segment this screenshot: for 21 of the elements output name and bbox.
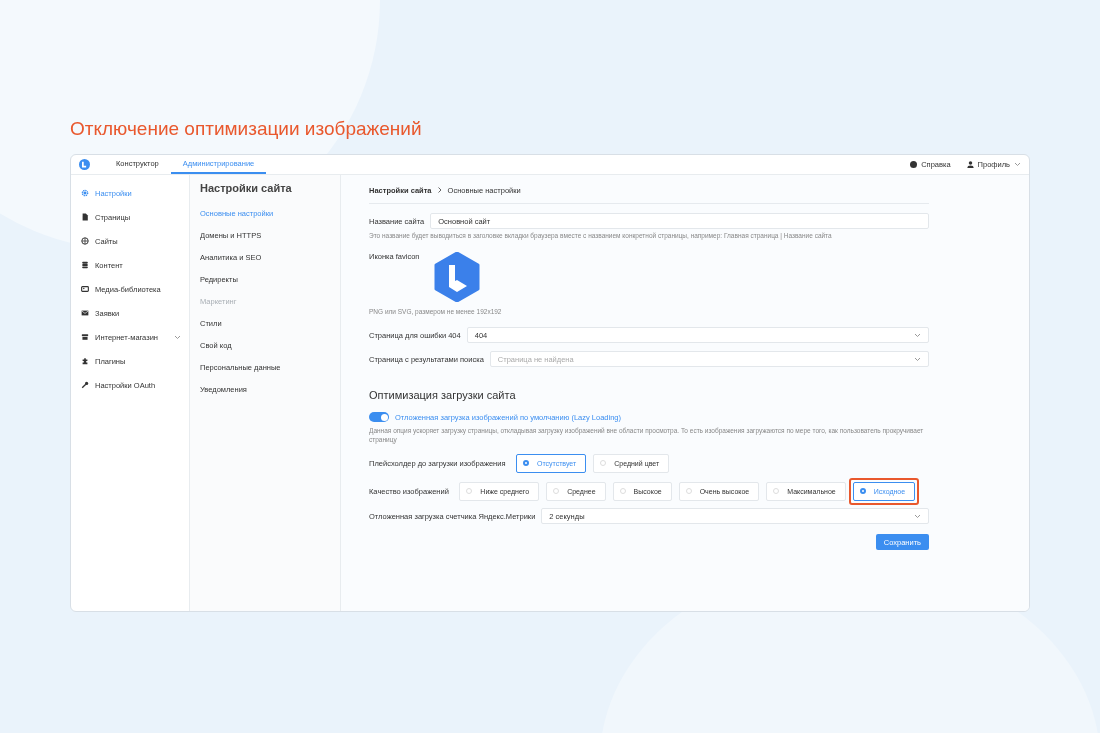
chevron-down-icon bbox=[1014, 162, 1021, 167]
gear-icon bbox=[81, 189, 89, 197]
section-heading: Оптимизация загрузки сайта bbox=[369, 389, 517, 401]
envelope-icon bbox=[81, 309, 89, 317]
image-icon bbox=[81, 285, 89, 293]
globe-icon bbox=[81, 237, 89, 245]
chevron-right-icon bbox=[437, 187, 442, 193]
slide-title: Отключение оптимизации изображений bbox=[70, 118, 423, 140]
chevron-down-icon bbox=[914, 356, 921, 362]
section-title: Настройки сайта bbox=[200, 182, 293, 194]
key-icon bbox=[81, 381, 89, 389]
store-icon bbox=[81, 333, 89, 341]
chevron-down-icon bbox=[174, 334, 181, 340]
toggle-switch[interactable] bbox=[369, 412, 389, 422]
chevron-down-icon bbox=[914, 332, 921, 338]
user-icon bbox=[966, 161, 974, 168]
document-icon bbox=[81, 213, 89, 221]
puzzle-icon bbox=[81, 357, 89, 365]
logo-icon[interactable] bbox=[79, 159, 90, 170]
chevron-down-icon bbox=[914, 513, 921, 519]
database-icon bbox=[81, 261, 89, 269]
